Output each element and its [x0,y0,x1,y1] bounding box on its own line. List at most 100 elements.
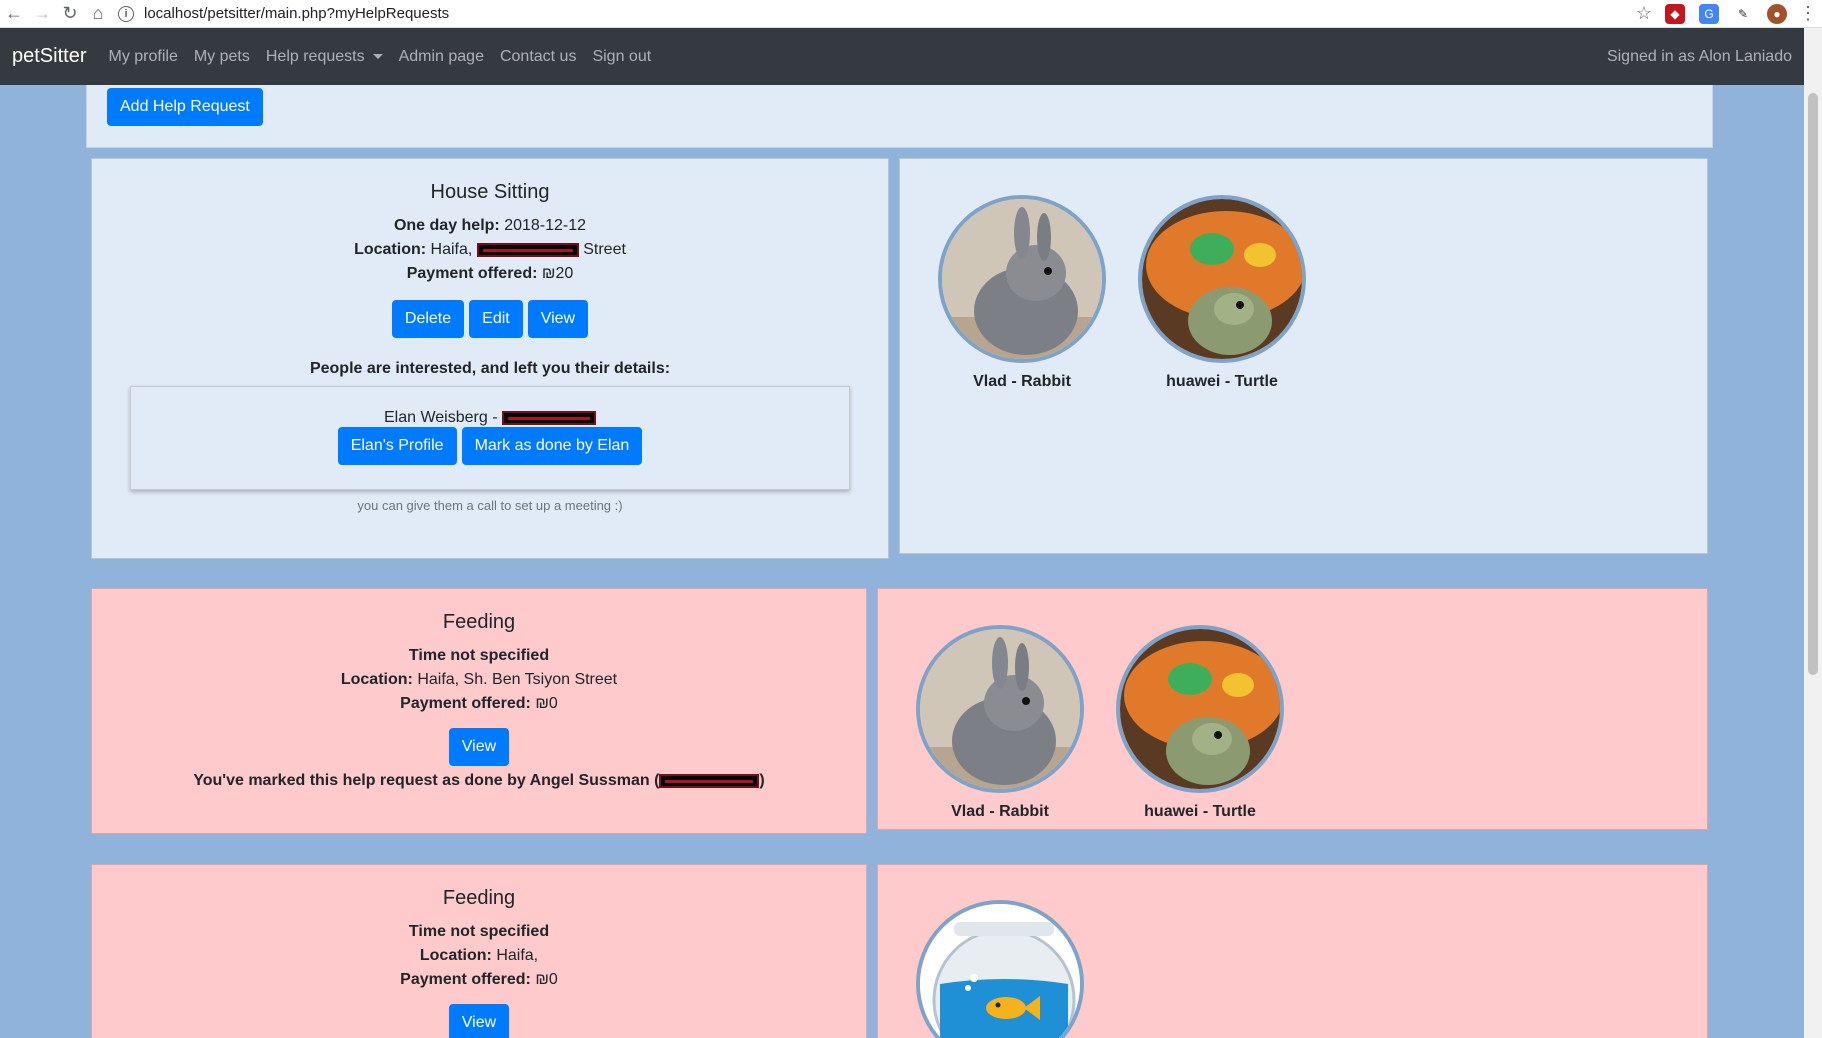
scrollbar-thumb[interactable] [1808,93,1818,675]
pet-item[interactable]: huawei - Turtle [1114,625,1286,821]
request-actions: View [92,728,866,766]
time-label: Time not specified [408,647,550,664]
request-location: Location: Haifa, [92,944,866,968]
nav-my-profile[interactable]: My profile [108,48,177,66]
interested-person: Elan Weisberg - [131,409,849,427]
done-status-text: You've marked this help request as done … [193,772,660,789]
payment-label: Payment offered: [406,265,538,282]
pet-item[interactable]: huawei - Turtle [1136,195,1308,391]
pet-name: Vlad - Rabbit [951,803,1049,820]
nav-sign-out[interactable]: Sign out [592,48,651,66]
signed-in-status: Signed in as Alon Laniado [1606,47,1792,65]
meeting-note: you can give them a call to set up a mee… [357,498,623,513]
interested-person-card: Elan Weisberg - Elan's Profile Mark as d… [130,386,850,490]
pets-list: Vlad - Rabbit huawei - Turtle [914,625,1286,821]
turtle-icon[interactable] [1116,625,1284,793]
pets-list: Vlad - Rabbit huawei - Turtle [936,195,1308,391]
pet-item[interactable]: Vlad - Rabbit [914,625,1086,821]
rabbit-icon[interactable] [916,625,1084,793]
extension-translate-icon[interactable]: G [1699,3,1719,24]
avatar[interactable]: ● [1767,3,1787,24]
brand-logo[interactable]: petSitter [12,45,86,68]
view-button[interactable]: View [448,1004,510,1038]
star-icon[interactable]: ☆ [1630,0,1658,28]
request-time: Time not specified [92,920,866,944]
done-status-close: ) [759,772,765,789]
request-time: One day help: 2018-12-12 [92,214,888,238]
nav-admin-page[interactable]: Admin page [399,48,484,66]
location-value: Haifa, [496,947,539,964]
redacted-street [476,242,579,257]
time-label: One day help: [393,217,500,234]
view-button[interactable]: View [527,300,589,338]
interested-person-name: Elan Weisberg - [384,409,498,426]
redacted-phone [659,773,760,788]
page-scrollbar[interactable] [1804,28,1822,1038]
pet-item[interactable]: Vlad - Rabbit [936,195,1108,391]
request-location: Location: Haifa, Street [92,238,888,262]
top-panel: Add Help Request [86,85,1713,148]
payment-value: ₪0 [535,695,558,712]
done-status: You've marked this help request as done … [92,772,866,790]
home-icon[interactable]: ⌂ [84,0,112,28]
request-card-feeding-1: Feeding Time not specified Location: Hai… [91,588,867,834]
payment-label: Payment offered: [400,971,531,988]
redacted-phone [501,410,596,425]
main-navbar: petSitter My profile My pets Help reques… [0,28,1804,85]
request-time: Time not specified [92,644,866,668]
pet-item[interactable] [914,900,1086,1038]
pet-name: Vlad - Rabbit [973,373,1071,390]
payment-value: ₪0 [535,971,558,988]
request-payment: Payment offered: ₪0 [92,692,866,716]
request-payment: Payment offered: ₪20 [92,262,888,286]
time-value: 2018-12-12 [504,217,587,234]
location-label: Location: [419,947,492,964]
menu-kebab-icon[interactable]: ⋮ [1794,0,1822,28]
nav-contact-us[interactable]: Contact us [500,48,576,66]
location-label: Location: [354,241,427,258]
pets-list [914,900,1086,1038]
fishbowl-icon[interactable] [916,900,1084,1038]
location-street-suffix: Street [583,241,626,258]
chevron-down-icon [372,54,383,59]
request-card-feeding-2: Feeding Time not specified Location: Hai… [91,864,867,1038]
payment-value: ₪20 [541,265,574,282]
back-icon[interactable]: ← [0,0,28,28]
time-label: Time not specified [408,923,550,940]
location-label: Location: [340,671,413,688]
location-value: Haifa, Sh. Ben Tsiyon Street [417,671,618,688]
turtle-icon[interactable] [1138,195,1306,363]
request-title: House Sitting [430,181,550,203]
nav-help-requests-label: Help requests [265,47,365,65]
delete-button[interactable]: Delete [391,300,465,338]
mark-done-button[interactable]: Mark as done by Elan [461,427,643,465]
rabbit-icon[interactable] [938,195,1106,363]
interested-heading: People are interested, and left you thei… [309,360,671,377]
request-payment: Payment offered: ₪0 [92,968,866,992]
request-actions: View [92,1004,866,1038]
location-city: Haifa, [430,241,473,258]
nav-help-requests[interactable]: Help requests [266,48,383,66]
view-button[interactable]: View [448,728,510,766]
request-card-house-sitting: House Sitting One day help: 2018-12-12 L… [91,158,889,559]
address-bar[interactable]: i localhost/petsitter/main.php?myHelpReq… [118,3,1618,25]
request-title: Feeding [442,611,516,633]
info-icon[interactable]: i [118,5,134,22]
pet-name: huawei - Turtle [1166,373,1278,390]
extension-shield-icon[interactable]: ◆ [1665,3,1685,24]
interested-actions: Elan's Profile Mark as done by Elan [131,427,849,465]
elan-profile-button[interactable]: Elan's Profile [337,427,457,465]
request-actions: Delete Edit View [92,300,888,338]
payment-label: Payment offered: [400,695,531,712]
request-location: Location: Haifa, Sh. Ben Tsiyon Street [92,668,866,692]
forward-icon[interactable]: → [28,0,56,28]
request-title: Feeding [442,887,516,909]
url-text: localhost/petsitter/main.php?myHelpReque… [144,5,450,22]
add-help-request-button[interactable]: Add Help Request [107,88,263,126]
edit-button[interactable]: Edit [469,300,523,338]
reload-icon[interactable]: ↻ [56,0,84,28]
nav-my-pets[interactable]: My pets [194,48,250,66]
pet-name: huawei - Turtle [1144,803,1256,820]
extension-pen-icon[interactable]: ✎ [1733,3,1753,24]
browser-toolbar: ← → ↻ ⌂ i localhost/petsitter/main.php?m… [0,0,1822,28]
